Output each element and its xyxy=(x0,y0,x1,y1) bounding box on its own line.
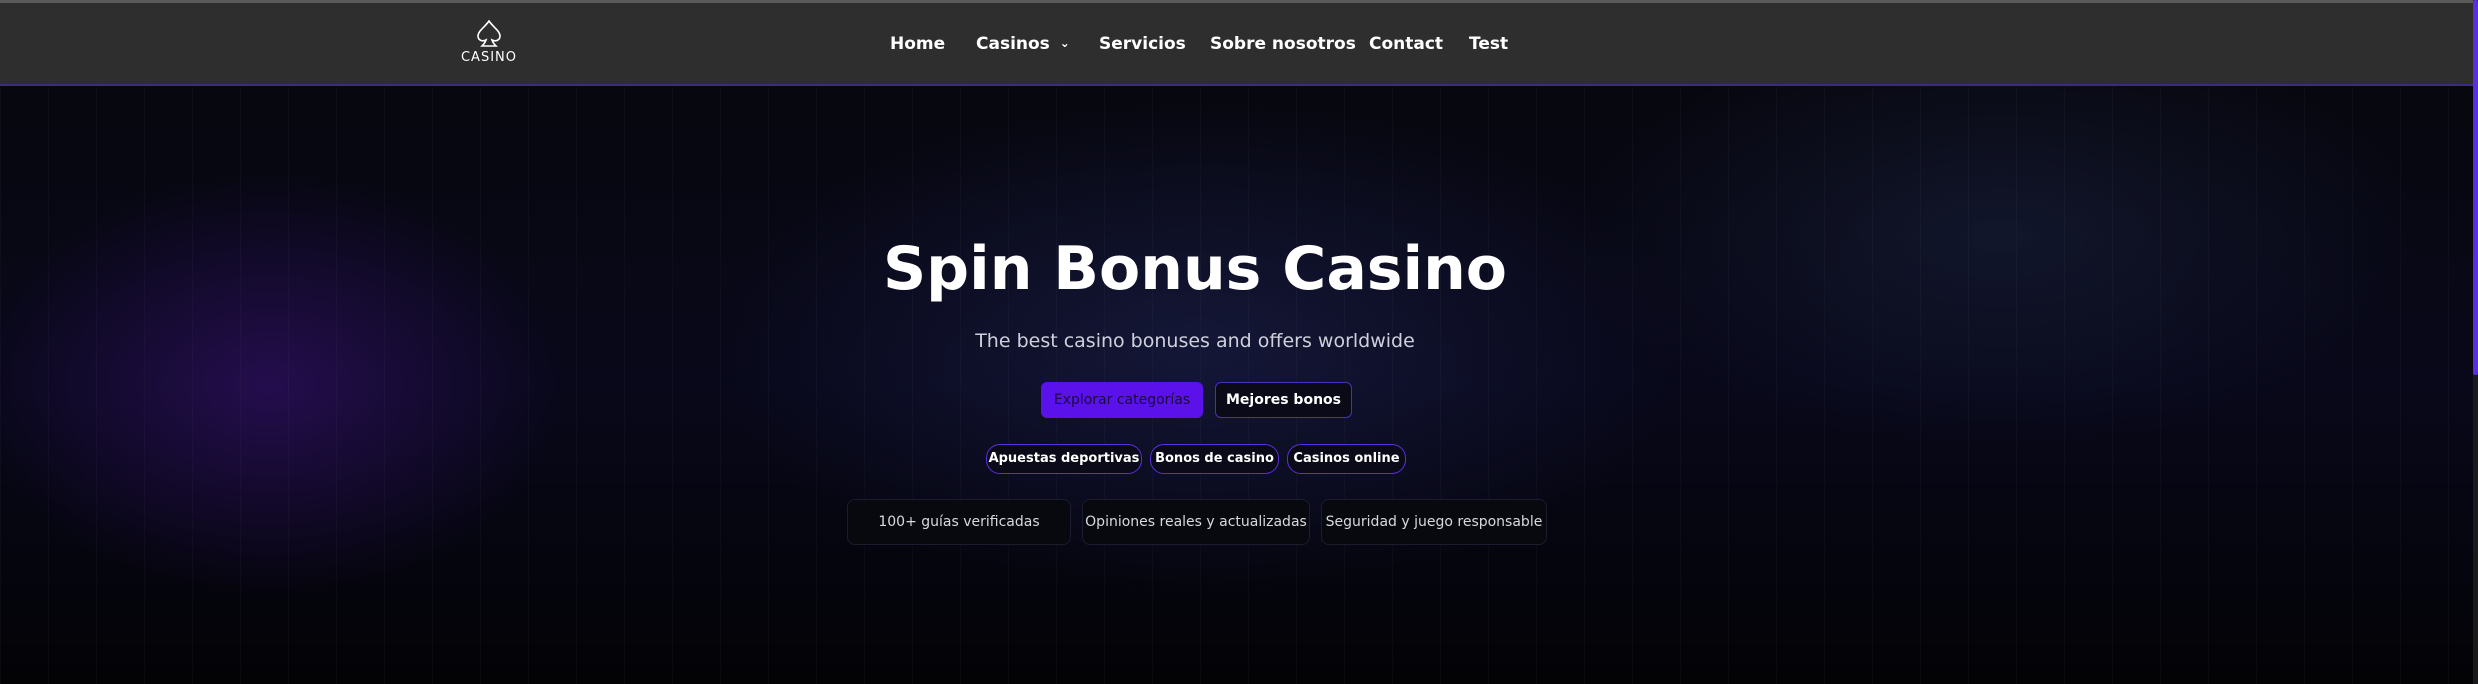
explore-categories-button[interactable]: Explorar categorías xyxy=(1041,382,1203,418)
nav-item-servicios[interactable]: Servicios xyxy=(1099,34,1186,54)
nav-item-sobre-nosotros[interactable]: Sobre nosotros xyxy=(1210,34,1356,54)
feature-real-reviews: Opiniones reales y actualizadas xyxy=(1082,499,1310,545)
chevron-down-icon: ⌄ xyxy=(1059,36,1070,50)
site-header: CASINO Home Casinos ⌄ Servicios Sobre nos… xyxy=(0,3,2473,86)
nav-item-casinos[interactable]: Casinos ⌄ xyxy=(976,34,1070,54)
main-nav: Home Casinos ⌄ Servicios Sobre nosotros C… xyxy=(0,3,2473,84)
best-bonuses-button[interactable]: Mejores bonos xyxy=(1215,382,1352,418)
feature-responsible-gaming: Seguridad y juego responsable xyxy=(1321,499,1547,545)
nav-item-home[interactable]: Home xyxy=(890,34,945,54)
pill-online-casinos[interactable]: Casinos online xyxy=(1287,444,1406,474)
hero-section: Spin Bonus Casino The best casino bonuse… xyxy=(0,86,2473,684)
scrollbar[interactable] xyxy=(2473,0,2478,684)
scrollbar-thumb[interactable] xyxy=(2473,0,2478,375)
hero-subtitle: The best casino bonuses and offers world… xyxy=(975,330,1415,352)
pill-casino-bonuses[interactable]: Bonos de casino xyxy=(1150,444,1279,474)
nav-item-casinos-label: Casinos xyxy=(976,34,1050,54)
nav-item-test[interactable]: Test xyxy=(1469,34,1508,54)
nav-item-contact[interactable]: Contact xyxy=(1369,34,1443,54)
hero-title: Spin Bonus Casino xyxy=(882,234,1508,304)
feature-verified-guides: 100+ guías verificadas xyxy=(847,499,1071,545)
pill-sports-betting[interactable]: Apuestas deportivas xyxy=(986,444,1142,474)
